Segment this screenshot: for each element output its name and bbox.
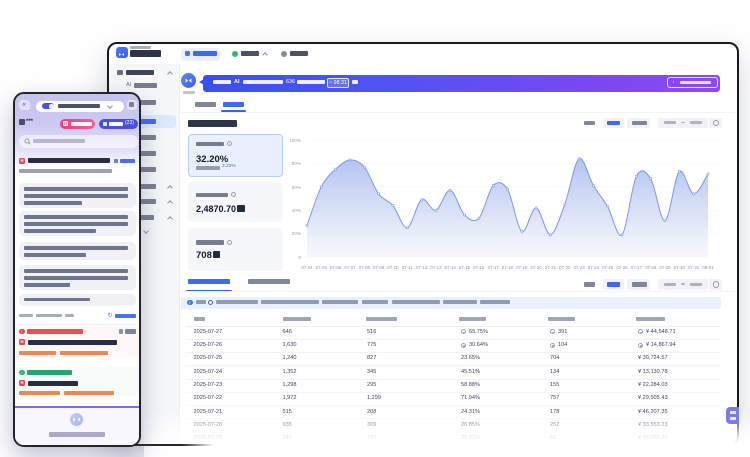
svg-text:100%: 100% <box>289 138 301 143</box>
svg-text:07-11: 07-11 <box>402 265 413 270</box>
svg-text:07-13: 07-13 <box>430 265 442 270</box>
svg-text:0: 0 <box>298 255 301 260</box>
svg-text:07-19: 07-19 <box>516 265 528 270</box>
svg-text:07-18: 07-18 <box>502 265 514 270</box>
svg-text:07-23: 07-23 <box>573 265 585 270</box>
svg-text:07-27: 07-27 <box>631 265 643 270</box>
svg-text:07-25: 07-25 <box>602 265 614 270</box>
svg-text:07-17: 07-17 <box>488 265 500 270</box>
svg-text:07-20: 07-20 <box>530 265 542 270</box>
svg-text:07-12: 07-12 <box>416 265 428 270</box>
svg-text:07-16: 07-16 <box>473 265 485 270</box>
svg-text:07-09: 07-09 <box>373 265 385 270</box>
svg-text:07-26: 07-26 <box>616 265 628 270</box>
svg-text:07-21: 07-21 <box>545 265 557 270</box>
svg-text:20%: 20% <box>292 231 301 236</box>
svg-text:07-24: 07-24 <box>588 265 600 270</box>
svg-text:07-14: 07-14 <box>445 265 457 270</box>
svg-text:07-05: 07-05 <box>316 265 328 270</box>
svg-text:07-22: 07-22 <box>559 265 571 270</box>
svg-text:08-01: 08-01 <box>702 265 714 270</box>
svg-text:07-10: 07-10 <box>387 265 399 270</box>
svg-text:07-30: 07-30 <box>674 265 686 270</box>
svg-text:07-08: 07-08 <box>359 265 371 270</box>
svg-text:07-04: 07-04 <box>301 265 313 270</box>
svg-text:07-29: 07-29 <box>659 265 671 270</box>
svg-text:60%: 60% <box>292 185 301 190</box>
svg-text:07-31: 07-31 <box>688 265 700 270</box>
svg-text:07-07: 07-07 <box>344 265 356 270</box>
svg-text:07-15: 07-15 <box>459 265 471 270</box>
svg-text:07-28: 07-28 <box>645 265 657 270</box>
svg-text:07-06: 07-06 <box>330 265 342 270</box>
svg-text:80%: 80% <box>292 161 301 166</box>
svg-text:40%: 40% <box>292 208 301 213</box>
